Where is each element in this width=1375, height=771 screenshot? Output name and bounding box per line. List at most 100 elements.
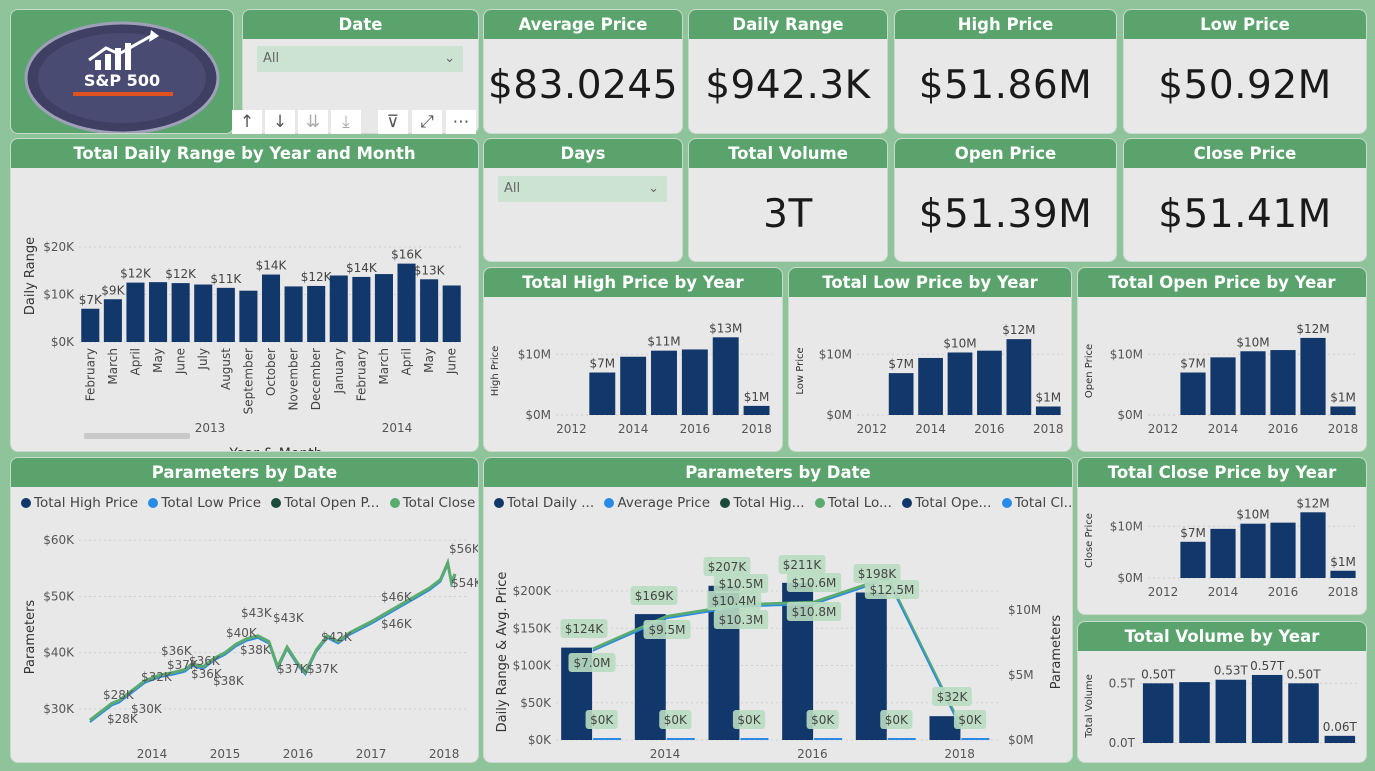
x-tick-label: 2014 <box>915 422 946 436</box>
y-tick-label: $10M <box>518 347 551 361</box>
data-label: $38K <box>240 643 272 657</box>
date-slicer-title: Date <box>243 10 478 39</box>
bar <box>681 349 708 415</box>
legend-item[interactable]: Total Hig... <box>720 495 805 511</box>
data-label: $37K <box>307 662 339 676</box>
kpi-total-volume: Total Volume 3T <box>689 139 887 261</box>
y-tick-label: $0K <box>51 335 75 349</box>
data-label: $7M <box>1180 357 1206 371</box>
bar-average-price <box>666 738 695 740</box>
kpi-value: 3T <box>763 192 813 237</box>
days-dropdown-value: All <box>504 181 521 196</box>
year-label: 2013 <box>195 421 226 435</box>
arrow-up-icon[interactable]: ↑ <box>232 110 262 134</box>
data-label: $0K <box>737 713 761 727</box>
date-dropdown[interactable]: All ⌄ <box>257 46 463 72</box>
data-label: $211K <box>783 558 823 572</box>
x-tick-label: June <box>445 348 459 375</box>
horizontal-scrollbar[interactable] <box>84 433 190 439</box>
kpi-title: Open Price <box>895 139 1116 168</box>
bar <box>1179 682 1210 743</box>
data-label: 0.50T <box>1141 667 1176 681</box>
focus-mode-icon[interactable]: ⤢ <box>412 110 442 134</box>
data-label: $207K <box>708 560 748 574</box>
legend-item[interactable]: Total Lo... <box>814 495 892 511</box>
chart-title: Total Open Price by Year <box>1078 268 1366 297</box>
double-arrow-down-icon[interactable]: ⇊ <box>298 110 328 134</box>
x-tick-label: 2016 <box>1268 422 1299 436</box>
legend-item[interactable]: Total Open P... <box>271 495 379 511</box>
parameters-combo-svg: $0K $50K $100K $150K $200K $0M $5M $10M Daily Ra… <box>495 555 1064 761</box>
daily-range-svg: $0K $10K $20K Daily Range $7K February $9K Marc… <box>23 237 463 451</box>
x-tick-label: 2018 <box>1033 422 1064 436</box>
kpi-low-price: Low Price $50.92M <box>1124 10 1366 133</box>
kpi-title: Close Price <box>1124 139 1366 168</box>
bar <box>1215 679 1247 743</box>
y-axis-label: Low Price <box>795 347 806 394</box>
y-axis-label: Open Price <box>1084 344 1095 398</box>
legend-item[interactable]: Total Low Price <box>148 495 261 511</box>
y-axis-label: Close Price <box>1084 513 1095 568</box>
data-label: $28K <box>103 688 135 702</box>
y-tick-label: 0.0T <box>1109 736 1136 750</box>
date-dropdown-value: All <box>263 51 280 66</box>
x-tick-label: 2014 <box>650 747 681 761</box>
data-label: $36K <box>189 654 221 668</box>
x-tick-label: 2018 <box>1328 585 1359 599</box>
data-label: $0K <box>958 713 982 727</box>
bar <box>103 299 122 342</box>
bar <box>1330 406 1356 415</box>
legend-item[interactable]: Average Price <box>604 495 710 511</box>
y-tick-label: $150K <box>513 621 553 635</box>
bar <box>442 285 461 342</box>
x-tick-label: 2018 <box>1328 422 1359 436</box>
volume-svg: 0.0T0.5TTotal Volume 0.50T 0.53T 0.57T0.50T… <box>1084 659 1358 750</box>
data-label: $56K <box>449 542 478 556</box>
arrow-down-icon[interactable]: ↓ <box>265 110 295 134</box>
bar <box>1006 339 1032 415</box>
kpi-title: Daily Range <box>689 10 887 39</box>
high-price-chart: Total High Price by Year $0M $10M High Pri… <box>484 268 782 451</box>
chart-title: Total Volume by Year <box>1078 622 1366 651</box>
x-tick-label: 2012 <box>1148 585 1179 599</box>
y-tick-label: $0M <box>1117 571 1143 585</box>
legend-item[interactable]: Total Cl... <box>1001 495 1072 511</box>
legend-item[interactable]: Total High Price <box>21 495 138 511</box>
data-label: $10M <box>943 336 976 350</box>
data-label: 0.57T <box>1250 659 1285 673</box>
data-label: 0.06T <box>1323 720 1358 734</box>
x-axis-label: Year & Month <box>228 446 322 451</box>
chart-title: Total Close Price by Year <box>1078 458 1366 487</box>
legend-item[interactable]: Total Close ... <box>389 495 478 511</box>
data-label: $124K <box>565 622 605 636</box>
bar <box>651 350 677 415</box>
data-label: $54K <box>451 576 478 590</box>
x-tick-label: 2018 <box>944 747 975 761</box>
y2-axis-label: Parameters <box>1049 615 1064 690</box>
data-label: $0K <box>590 713 614 727</box>
legend-item[interactable]: Total Daily ... <box>494 495 594 511</box>
bar <box>420 279 439 342</box>
data-label: 0.53T <box>1214 664 1249 678</box>
legend-item[interactable]: Total Ope... <box>902 495 991 511</box>
more-options-icon[interactable]: ⋯ <box>446 110 476 134</box>
days-slicer: Days All ⌄ <box>484 139 682 261</box>
days-dropdown[interactable]: All ⌄ <box>498 176 667 202</box>
x-tick-label: July <box>196 348 210 371</box>
data-label: $10.5M <box>719 577 764 591</box>
bar <box>589 372 616 415</box>
bar-average-price <box>887 738 916 740</box>
y-axis-label: Daily Range <box>23 237 38 315</box>
series-line-low <box>89 561 456 723</box>
kpi-title: Low Price <box>1124 10 1366 39</box>
data-label: $1M <box>1330 391 1356 405</box>
x-tick-label: November <box>287 348 301 410</box>
filter-icon[interactable]: ⊽ <box>378 110 408 134</box>
data-label: $10M <box>1236 508 1269 522</box>
data-label: $10.4M <box>712 594 757 608</box>
x-tick-label: 2017 <box>356 747 387 761</box>
y2-tick-label: $10M <box>1008 603 1041 617</box>
y-tick-label: $0M <box>1117 408 1143 422</box>
x-tick-label: 2016 <box>680 422 711 436</box>
expand-hierarchy-icon[interactable]: ⤓ <box>331 110 361 134</box>
